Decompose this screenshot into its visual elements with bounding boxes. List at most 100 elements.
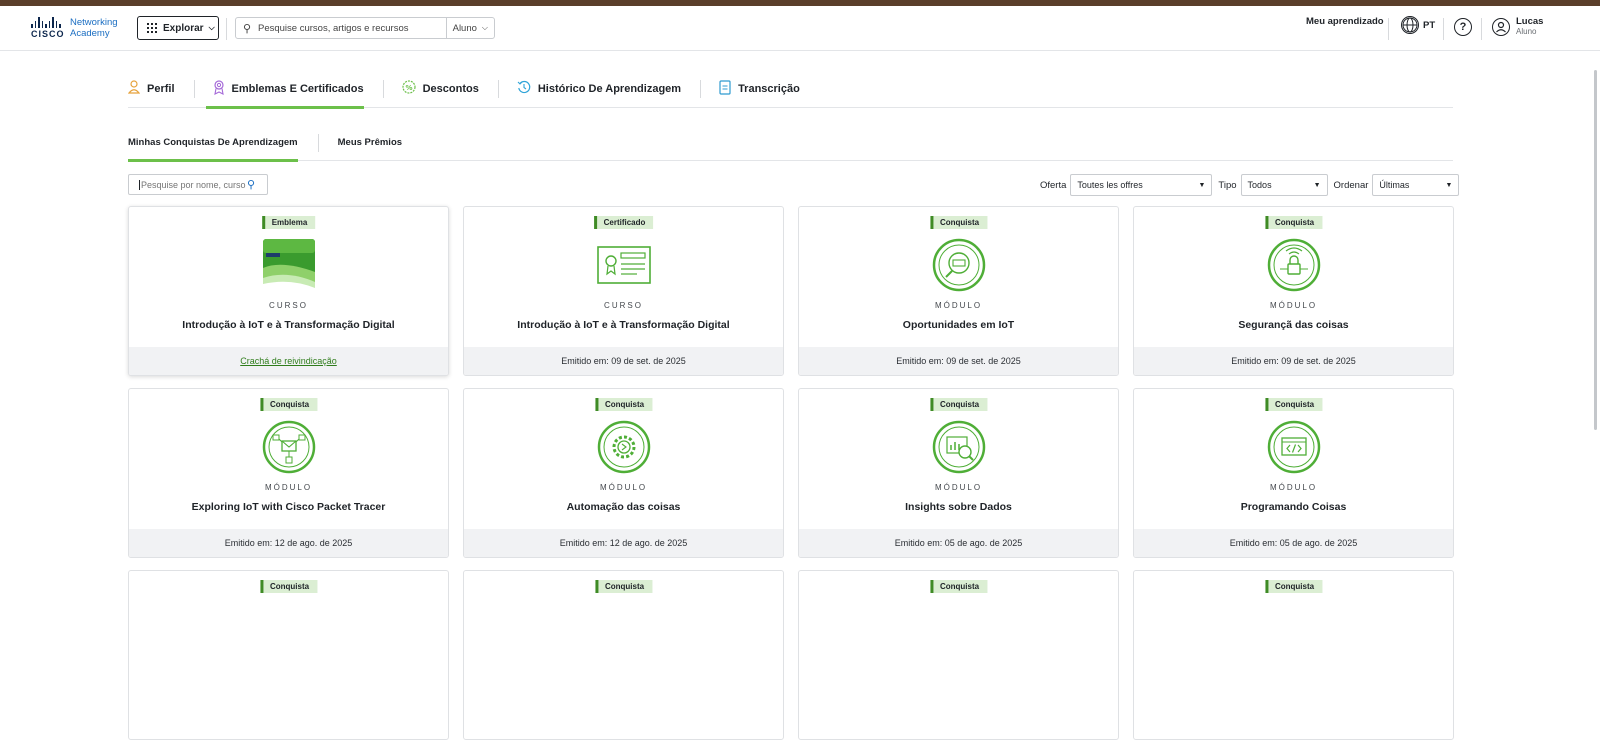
achievement-card[interactable]: Conquista MÓDULO Programando Coisas Emit… (1133, 388, 1454, 558)
avatar-icon (1492, 17, 1510, 36)
card-kind: MÓDULO (1269, 483, 1318, 492)
card-kind: MÓDULO (934, 483, 983, 492)
achievement-card[interactable]: Conquista (463, 570, 784, 740)
card-type-tag: Conquista (1264, 580, 1323, 593)
card-type-tag: Conquista (929, 580, 988, 593)
help-button[interactable]: ? (1454, 18, 1472, 36)
card-title: Introdução à IoT e à Transformação Digit… (182, 319, 395, 331)
achievement-card[interactable]: Conquista MÓDULO Insights sobre Dados Em… (798, 388, 1119, 558)
card-type-tag: Conquista (929, 398, 988, 411)
automation-gear-icon (597, 420, 651, 474)
achievement-card[interactable]: Conquista (128, 570, 449, 740)
card-type-tag: Emblema (261, 216, 316, 229)
explore-button[interactable]: Explorar ⌵ (137, 16, 219, 40)
subtab-my-awards[interactable]: Meus Prêmios (317, 132, 422, 161)
achievement-card[interactable]: Conquista MÓDULO Oportunidades em IoT Em… (798, 206, 1119, 376)
packet-tracer-icon (262, 420, 316, 474)
order-select[interactable]: Últimas ▼ (1372, 174, 1460, 196)
search-icon: ⚲ (242, 22, 252, 35)
issued-date: Emitido em: 12 de ago. de 2025 (129, 529, 448, 557)
achievement-card[interactable]: Conquista MÓDULO Exploring IoT with Cisc… (128, 388, 449, 558)
card-type-tag: Conquista (594, 398, 653, 411)
offer-select[interactable]: Toutes les offres ▼ (1070, 174, 1213, 196)
svg-text:%: % (405, 84, 412, 92)
card-title: Exploring IoT with Cisco Packet Tracer (191, 501, 386, 513)
card-kind: MÓDULO (264, 483, 313, 492)
achievement-card[interactable]: Conquista MÓDULO Segurançã das coisas Em… (1133, 206, 1454, 376)
logo-academy-text: Networking Academy (70, 17, 118, 39)
tab-learning-history[interactable]: Histórico De Aprendizagem (497, 76, 700, 108)
card-kind: MÓDULO (1269, 301, 1318, 310)
tab-transcript[interactable]: Transcrição (700, 76, 819, 108)
global-search[interactable]: ⚲ Pesquise cursos, artigos e recursos Al… (235, 17, 495, 39)
language-selector[interactable]: PT (1401, 16, 1435, 34)
order-label: Ordenar (1333, 179, 1369, 191)
issued-date: Emitido em: 05 de ago. de 2025 (799, 529, 1118, 557)
caret-down-icon: ▼ (1445, 181, 1453, 189)
person-icon (127, 80, 141, 97)
type-label: Tipo (1218, 179, 1237, 191)
cisco-networking-academy-logo[interactable]: CISCO Networking Academy (31, 17, 121, 43)
search-input[interactable]: Pesquise cursos, artigos e recursos (258, 23, 446, 34)
achievement-search[interactable]: ⚲ (128, 174, 268, 195)
role-select[interactable]: Aluno ⌵ (445, 18, 494, 38)
card-type-tag: Conquista (259, 398, 318, 411)
issued-date: Emitido em: 09 de set. de 2025 (799, 347, 1118, 375)
award-icon (213, 79, 225, 98)
tab-profile[interactable]: Perfil (127, 76, 194, 108)
card-type-tag: Conquista (929, 216, 988, 229)
profile-tabs: Perfil Emblemas E Certificados % Descont… (127, 76, 1453, 109)
grid-icon (147, 23, 157, 33)
help-icon: ? (1454, 18, 1472, 36)
achievement-card[interactable]: Conquista (1133, 570, 1454, 740)
card-title: Insights sobre Dados (905, 501, 1012, 513)
card-type-tag: Certificado (593, 216, 654, 229)
opportunity-icon (932, 238, 986, 292)
top-header: CISCO Networking Academy Explorar ⌵ ⚲ Pe… (0, 6, 1600, 51)
data-insights-icon (932, 420, 986, 474)
card-kind: CURSO (269, 301, 308, 310)
divider (1443, 18, 1444, 40)
caret-down-icon: ▼ (1198, 181, 1206, 189)
tab-badges-certificates[interactable]: Emblemas E Certificados (193, 76, 383, 109)
subtab-my-achievements[interactable]: Minhas Conquistas De Aprendizagem (128, 132, 318, 162)
cisco-bars-icon (31, 17, 61, 28)
filter-bar: Oferta Toutes les offres ▼ Tipo Todos ▼ Or… (1040, 174, 1460, 196)
logo-cisco-text: CISCO (31, 29, 65, 39)
code-icon (1267, 420, 1321, 474)
iot-badge-image (262, 238, 316, 292)
card-type-tag: Conquista (1264, 398, 1323, 411)
card-kind: CURSO (604, 301, 643, 310)
certificate-icon (596, 238, 651, 292)
user-role: Aluno (1516, 27, 1537, 36)
card-type-tag: Conquista (259, 580, 318, 593)
achievement-grid: Emblema CURSO Introdução à IoT e à Trans… (128, 206, 1454, 740)
type-select[interactable]: Todos ▼ (1240, 174, 1328, 196)
achievement-subtabs: Minhas Conquistas De Aprendizagem Meus P… (128, 132, 1453, 162)
card-title: Introdução à IoT e à Transformação Digit… (517, 319, 730, 331)
claim-badge-link[interactable]: Crachá de reivindicação (129, 347, 448, 375)
achievement-search-input[interactable] (139, 179, 247, 190)
achievement-card[interactable]: Emblema CURSO Introdução à IoT e à Trans… (128, 206, 449, 376)
user-menu[interactable]: Lucas Aluno (1492, 17, 1543, 36)
divider (1481, 18, 1482, 40)
card-type-tag: Conquista (1264, 216, 1323, 229)
card-title: Programando Coisas (1240, 501, 1347, 513)
tab-discounts[interactable]: % Descontos (382, 76, 498, 108)
card-title: Automação das coisas (566, 501, 681, 513)
globe-icon (1401, 16, 1419, 34)
offer-label: Oferta (1040, 179, 1067, 191)
card-type-tag: Conquista (594, 580, 653, 593)
history-icon (517, 80, 531, 97)
achievement-card[interactable]: Conquista MÓDULO Automação das coisas Em… (463, 388, 784, 558)
chevron-down-icon: ⌵ (481, 23, 488, 32)
scrollbar-thumb[interactable] (1594, 70, 1597, 430)
issued-date: Emitido em: 12 de ago. de 2025 (464, 529, 783, 557)
caret-down-icon: ▼ (1313, 181, 1321, 189)
search-icon: ⚲ (247, 179, 256, 191)
achievement-card[interactable]: Certificado CURSO Introdução à IoT e à T… (463, 206, 784, 376)
achievement-card[interactable]: Conquista (798, 570, 1119, 740)
issued-date: Emitido em: 09 de set. de 2025 (464, 347, 783, 375)
my-learning-link[interactable]: Meu aprendizado (1306, 16, 1384, 27)
issued-date: Emitido em: 05 de ago. de 2025 (1134, 529, 1453, 557)
